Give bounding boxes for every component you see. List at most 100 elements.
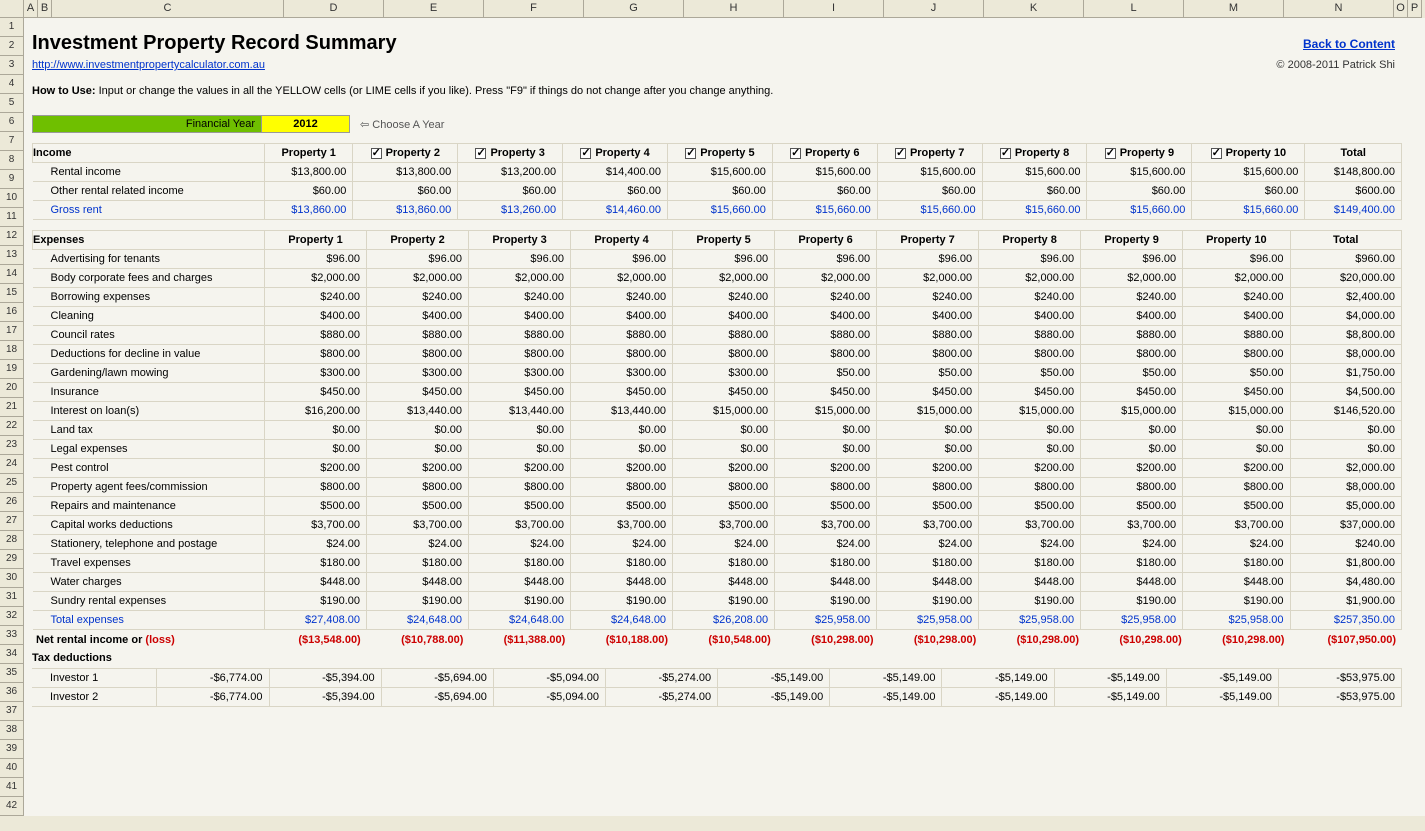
cell-value[interactable]: $180.00 bbox=[265, 554, 367, 573]
cell-value[interactable]: $2,000.00 bbox=[673, 269, 775, 288]
cell-value[interactable]: $240.00 bbox=[1290, 535, 1401, 554]
cell-value[interactable]: $300.00 bbox=[367, 364, 469, 383]
cell-value[interactable]: $400.00 bbox=[1081, 307, 1183, 326]
row-header-22[interactable]: 22 bbox=[0, 417, 24, 436]
column-header-M[interactable]: M bbox=[1184, 0, 1284, 18]
cell-value[interactable]: $190.00 bbox=[1081, 592, 1183, 611]
cell-value[interactable]: $450.00 bbox=[265, 383, 367, 402]
cell-value[interactable]: $2,000.00 bbox=[367, 269, 469, 288]
row-header-20[interactable]: 20 bbox=[0, 379, 24, 398]
cell-value[interactable]: $200.00 bbox=[979, 459, 1081, 478]
cell-value[interactable]: $25,958.00 bbox=[1183, 611, 1290, 630]
checkbox-icon[interactable] bbox=[475, 148, 486, 159]
cell-value[interactable]: $3,700.00 bbox=[1183, 516, 1290, 535]
cell-value[interactable]: $800.00 bbox=[979, 345, 1081, 364]
cell-value[interactable]: $27,408.00 bbox=[265, 611, 367, 630]
cell-value[interactable]: $448.00 bbox=[571, 573, 673, 592]
row-header-33[interactable]: 33 bbox=[0, 626, 24, 645]
row-header-27[interactable]: 27 bbox=[0, 512, 24, 531]
cell-value[interactable]: $0.00 bbox=[877, 421, 979, 440]
cell-value[interactable]: $4,500.00 bbox=[1290, 383, 1401, 402]
cell-value[interactable]: $2,400.00 bbox=[1290, 288, 1401, 307]
cell-value[interactable]: $0.00 bbox=[265, 440, 367, 459]
row-header-32[interactable]: 32 bbox=[0, 607, 24, 626]
cell-value[interactable]: $448.00 bbox=[877, 573, 979, 592]
cell-value[interactable]: $0.00 bbox=[367, 440, 469, 459]
row-header-16[interactable]: 16 bbox=[0, 303, 24, 322]
cell-value[interactable]: $450.00 bbox=[673, 383, 775, 402]
cell-value[interactable]: $240.00 bbox=[469, 288, 571, 307]
column-header-C[interactable]: C bbox=[52, 0, 284, 18]
cell-value[interactable]: $50.00 bbox=[1183, 364, 1290, 383]
cell-value[interactable]: $13,440.00 bbox=[367, 402, 469, 421]
cell-value[interactable]: $24.00 bbox=[1183, 535, 1290, 554]
cell-value[interactable]: $880.00 bbox=[1081, 326, 1183, 345]
cell-value[interactable]: $400.00 bbox=[775, 307, 877, 326]
cell-value[interactable]: $448.00 bbox=[979, 573, 1081, 592]
cell-value[interactable]: $400.00 bbox=[265, 307, 367, 326]
cell-value[interactable]: $0.00 bbox=[775, 421, 877, 440]
cell-value[interactable]: $13,440.00 bbox=[469, 402, 571, 421]
cell-value[interactable]: -$6,774.00 bbox=[157, 687, 269, 706]
cell-value[interactable]: $25,958.00 bbox=[1081, 611, 1183, 630]
cell-value[interactable]: $60.00 bbox=[982, 182, 1087, 201]
cell-value[interactable]: $60.00 bbox=[458, 182, 563, 201]
cell-value[interactable]: $2,000.00 bbox=[877, 269, 979, 288]
cell-value[interactable]: -$6,774.00 bbox=[157, 668, 269, 687]
row-header-25[interactable]: 25 bbox=[0, 474, 24, 493]
row-header-15[interactable]: 15 bbox=[0, 284, 24, 303]
checkbox-icon[interactable] bbox=[685, 148, 696, 159]
cell-value[interactable]: $960.00 bbox=[1290, 250, 1401, 269]
cell-value[interactable]: $146,520.00 bbox=[1290, 402, 1401, 421]
cell-value[interactable]: $200.00 bbox=[877, 459, 979, 478]
cell-value[interactable]: $448.00 bbox=[1081, 573, 1183, 592]
cell-value[interactable]: $3,700.00 bbox=[367, 516, 469, 535]
cell-value[interactable]: $800.00 bbox=[571, 478, 673, 497]
column-header-H[interactable]: H bbox=[684, 0, 784, 18]
cell-value[interactable]: $13,800.00 bbox=[265, 163, 353, 182]
checkbox-icon[interactable] bbox=[1000, 148, 1011, 159]
row-header-34[interactable]: 34 bbox=[0, 645, 24, 664]
row-header-1[interactable]: 1 bbox=[0, 18, 24, 37]
row-header-13[interactable]: 13 bbox=[0, 246, 24, 265]
cell-value[interactable]: $15,600.00 bbox=[982, 163, 1087, 182]
cell-value[interactable]: $60.00 bbox=[353, 182, 458, 201]
cell-value[interactable]: $800.00 bbox=[1183, 478, 1290, 497]
cell-value[interactable]: $500.00 bbox=[877, 497, 979, 516]
cell-value[interactable]: $15,600.00 bbox=[667, 163, 772, 182]
cell-value[interactable]: $0.00 bbox=[979, 440, 1081, 459]
cell-value[interactable]: -$53,975.00 bbox=[1278, 668, 1401, 687]
cell-value[interactable]: $500.00 bbox=[571, 497, 673, 516]
cell-value[interactable]: $190.00 bbox=[571, 592, 673, 611]
cell-value[interactable]: $880.00 bbox=[571, 326, 673, 345]
row-header-23[interactable]: 23 bbox=[0, 436, 24, 455]
cell-value[interactable]: $2,000.00 bbox=[265, 269, 367, 288]
cell-value[interactable]: $800.00 bbox=[979, 478, 1081, 497]
cell-value[interactable]: $800.00 bbox=[265, 345, 367, 364]
row-header-42[interactable]: 42 bbox=[0, 797, 24, 816]
cell-value[interactable]: $0.00 bbox=[877, 440, 979, 459]
cell-value[interactable]: $800.00 bbox=[673, 345, 775, 364]
cell-value[interactable]: $800.00 bbox=[1081, 345, 1183, 364]
cell-value[interactable]: $60.00 bbox=[563, 182, 668, 201]
cell-value[interactable]: $800.00 bbox=[469, 345, 571, 364]
row-header-37[interactable]: 37 bbox=[0, 702, 24, 721]
cell-value[interactable]: $0.00 bbox=[1290, 421, 1401, 440]
cell-value[interactable]: -$5,149.00 bbox=[1166, 668, 1278, 687]
cell-value[interactable]: -$5,149.00 bbox=[1054, 668, 1166, 687]
cell-value[interactable]: $24.00 bbox=[265, 535, 367, 554]
column-header-D[interactable]: D bbox=[284, 0, 384, 18]
cell-value[interactable]: $240.00 bbox=[673, 288, 775, 307]
cell-value[interactable]: -$5,274.00 bbox=[605, 668, 717, 687]
cell-value[interactable]: $450.00 bbox=[469, 383, 571, 402]
cell-value[interactable]: $400.00 bbox=[877, 307, 979, 326]
cell-value[interactable]: $13,260.00 bbox=[458, 201, 563, 220]
cell-value[interactable]: $15,000.00 bbox=[775, 402, 877, 421]
cell-value[interactable]: $200.00 bbox=[469, 459, 571, 478]
cell-value[interactable]: $0.00 bbox=[1081, 440, 1183, 459]
cell-value[interactable]: $800.00 bbox=[877, 478, 979, 497]
row-header-21[interactable]: 21 bbox=[0, 398, 24, 417]
cell-value[interactable]: $450.00 bbox=[1183, 383, 1290, 402]
cell-value[interactable]: $240.00 bbox=[265, 288, 367, 307]
source-url-link[interactable]: http://www.investmentpropertycalculator.… bbox=[32, 59, 265, 71]
